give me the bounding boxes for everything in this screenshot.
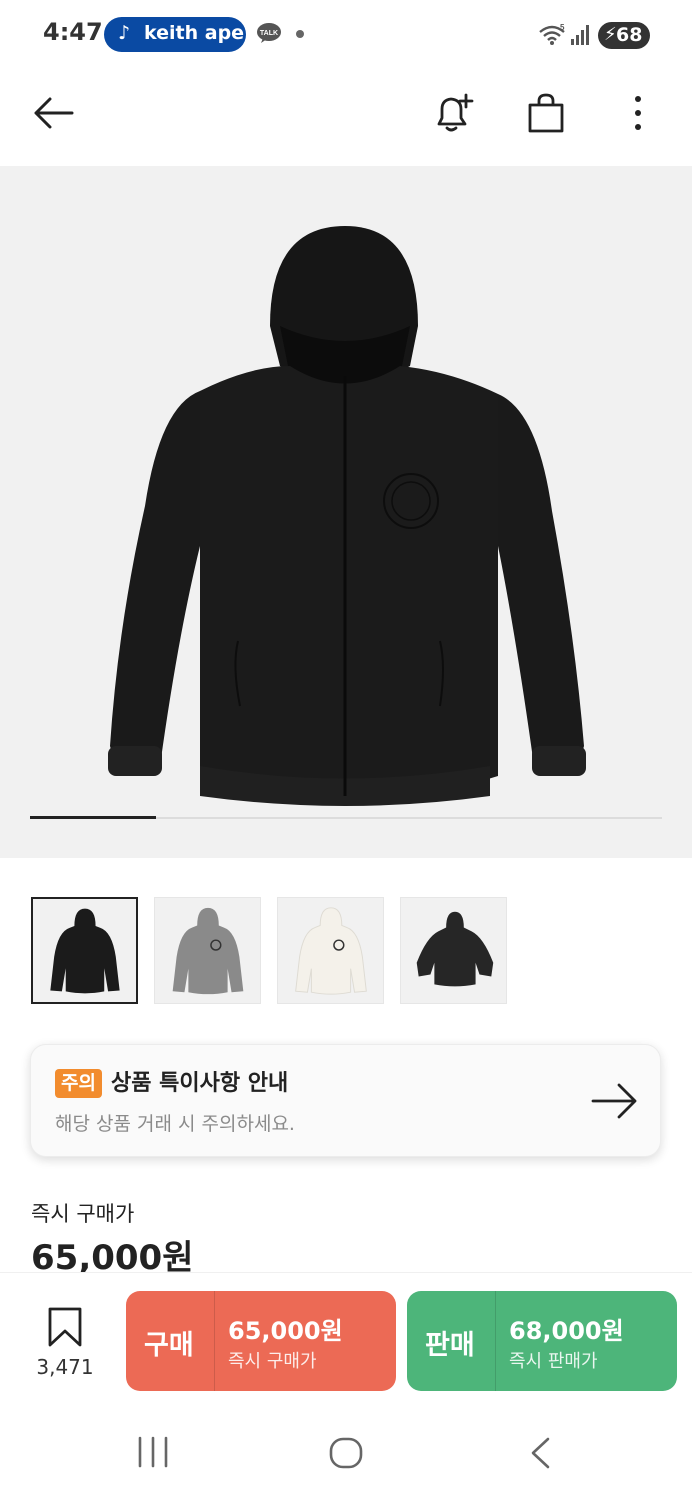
now-playing-text: keith ape [144,22,245,44]
status-time: 4:47 [43,18,103,46]
signal-icon [571,25,589,45]
music-note-icon: ♪ [118,22,131,44]
battery-level: 68 [616,24,643,46]
carousel-progress-fill [30,816,157,819]
recent-apps-icon[interactable] [136,1436,170,1468]
sell-sublabel: 즉시 판매가 [509,1351,598,1372]
product-image-carousel[interactable] [0,166,692,858]
thumbnail-ivory-front[interactable] [277,897,384,1004]
notification-dot [296,30,304,38]
system-nav-bar [0,1402,692,1500]
back-icon[interactable] [528,1436,552,1470]
buy-amount: 65,000원 [228,1317,343,1345]
notice-title: 상품 특이사항 안내 [111,1071,289,1096]
buy-label: 구매 [144,1330,194,1361]
thumbnail-image [172,907,244,995]
sell-button[interactable]: 판매 68,000원 즉시 판매가 [407,1291,677,1391]
status-bar: 4:47 ♪ keith ape TALK 5 ⚡ 68 [0,0,692,70]
notice-card[interactable]: 주의 상품 특이사항 안내 해당 상품 거래 시 주의하세요. [30,1044,661,1157]
home-icon[interactable] [328,1436,364,1470]
thumbnail-black-back[interactable] [400,897,507,1004]
talk-label: TALK [260,30,278,37]
now-playing-pill[interactable]: ♪ keith ape [104,17,246,52]
svg-text:5: 5 [560,23,565,32]
sell-amount: 68,000원 [509,1317,624,1345]
buy-sublabel: 즉시 구매가 [228,1351,317,1372]
buy-divider [214,1291,215,1391]
caution-badge: 주의 [55,1069,102,1098]
thumbnail-grey-front[interactable] [154,897,261,1004]
bottom-action-bar: 3,471 구매 65,000원 즉시 구매가 판매 68,000원 즉시 판매… [0,1272,692,1402]
thumbnail-image [416,911,494,987]
kakaotalk-icon: TALK [257,23,281,43]
black-zip-hoodie-image [108,226,586,806]
carousel-progress-track [30,816,662,819]
bookmark-button[interactable]: 3,471 [28,1299,102,1379]
app-bar [0,70,692,166]
sell-label: 판매 [425,1330,475,1361]
bell-plus-icon[interactable] [432,92,474,134]
notice-subtitle: 해당 상품 거래 시 주의하세요. [55,1113,295,1135]
thumbnail-image [295,907,367,995]
more-vertical-icon[interactable] [630,94,646,132]
buy-button[interactable]: 구매 65,000원 즉시 구매가 [126,1291,396,1391]
instant-buy-price-label: 즉시 구매가 [31,1202,135,1226]
sell-divider [495,1291,496,1391]
thumbnail-black-front[interactable] [31,897,138,1004]
battery-indicator: ⚡ 68 [598,22,650,49]
arrow-right-icon [591,1083,637,1119]
wifi-5g-icon: 5 [539,23,565,45]
charging-bolt-icon: ⚡ [604,24,617,45]
back-arrow-icon[interactable] [32,96,74,130]
thumbnail-image [50,908,120,994]
shopping-bag-icon[interactable] [526,92,566,134]
bookmark-count: 3,471 [36,1355,94,1379]
bookmark-icon [48,1307,82,1347]
